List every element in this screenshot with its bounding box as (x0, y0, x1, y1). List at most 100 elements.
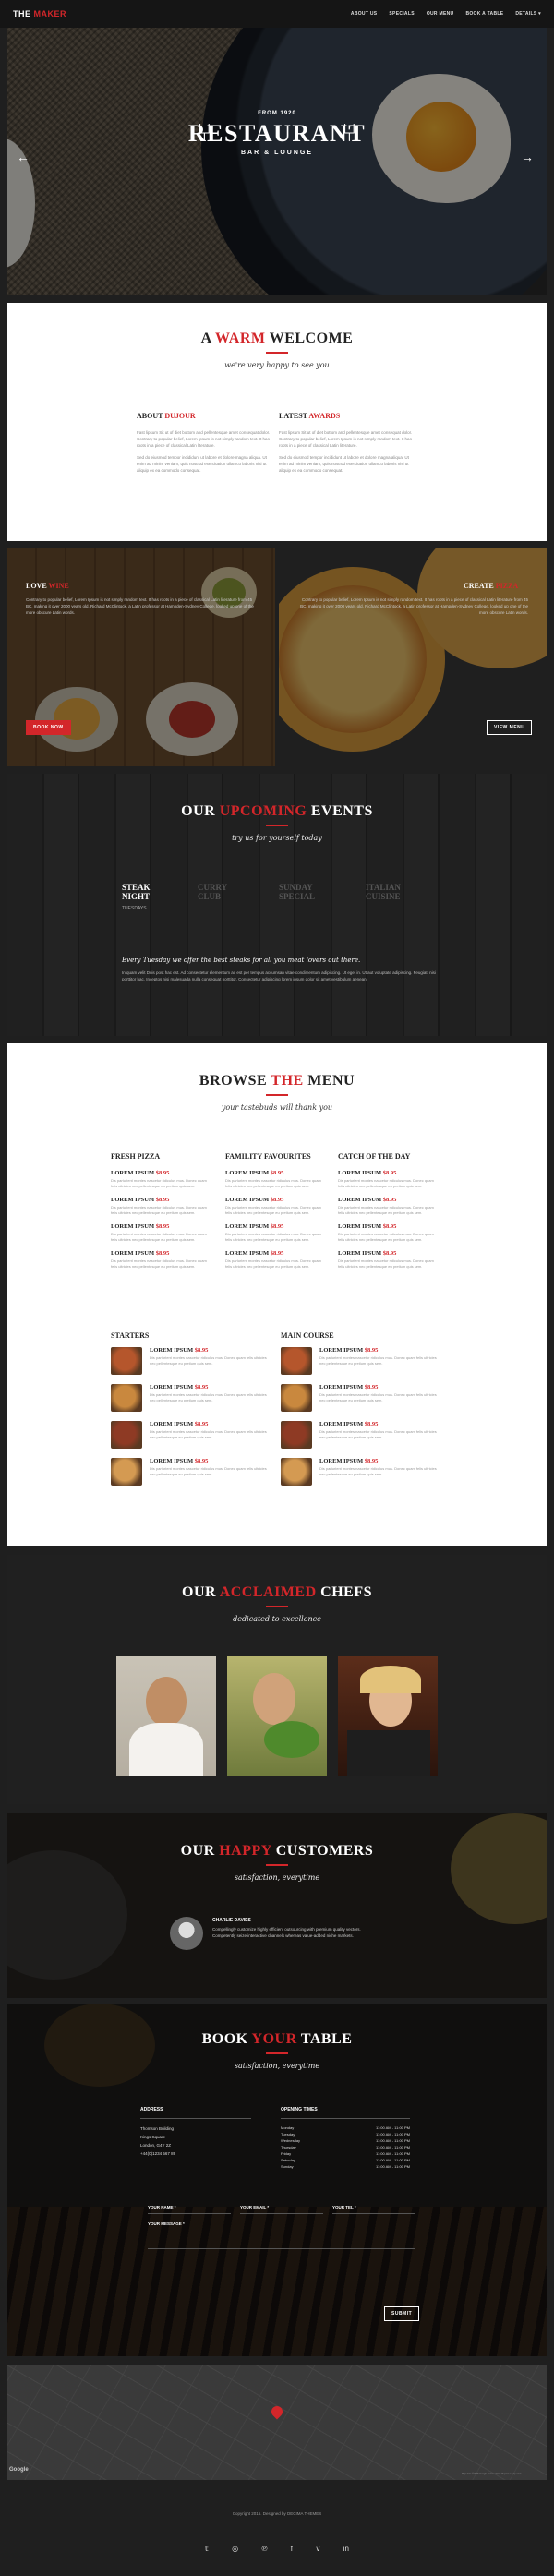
menu-item: LOREM IPSUM $8.95 Dis parturient montes n… (338, 1197, 441, 1216)
chef-photo-3[interactable] (338, 1656, 438, 1776)
food-thumbnail[interactable] (281, 1347, 312, 1375)
events-section: OUR UPCOMING EVENTS try us for yourself … (7, 774, 547, 1036)
event-tab-sunday[interactable]: SUNDAY SPECIAL (279, 883, 315, 901)
menu-item-price: $8.95 (382, 1170, 397, 1176)
hours-row: Saturday 11:00 AM - 11:00 PM (281, 2157, 410, 2163)
menu-item-name: LOREM IPSUM (111, 1250, 155, 1257)
menu-category-title: FRESH PIZZA (111, 1152, 161, 1161)
menu-item-name: LOREM IPSUM (338, 1197, 382, 1203)
food-thumbnail[interactable] (111, 1384, 142, 1412)
address-divider (140, 2118, 251, 2119)
submit-button[interactable]: SUBMIT (384, 2306, 420, 2321)
food-thumbnail[interactable] (111, 1458, 142, 1486)
next-arrow-icon[interactable]: → (521, 150, 534, 164)
hours-row: Sunday 11:00 AM - 11:00 PM (281, 2163, 410, 2170)
menu-photo-item: LOREM IPSUM $8.95 Dis parturient montes n… (281, 1384, 447, 1412)
food-thumbnail[interactable] (111, 1421, 142, 1449)
event-body: In quam velit Duis post hac est. Ad cons… (122, 970, 436, 981)
menu-photo-column: MAIN COURSE LOREM IPSUM $8.95 Dis parturie… (281, 1331, 447, 1486)
nav-item-details[interactable]: DETAILS ▾ (515, 11, 541, 17)
hours-row: Wednesday 11:00 AM - 11:00 PM (281, 2137, 410, 2144)
event-tab-curry[interactable]: CURRY CLUB (198, 883, 227, 901)
menu-item-desc: Dis parturient montes nascetur ridiculus… (338, 1205, 434, 1215)
menu-item-price: $8.95 (270, 1170, 284, 1176)
menu-item-desc: Dis parturient montes nascetur ridiculus… (225, 1178, 321, 1188)
name-field-label: YOUR NAME * (148, 2205, 176, 2209)
menu-item-desc: Dis parturient montes nascetur ridiculus… (111, 1258, 207, 1269)
welcome-tagline: we're very happy to see you (224, 361, 330, 369)
menu-column: CATCH OF THE DAY LOREM IPSUM $8.95 Dis par… (338, 1152, 441, 1270)
event-tab-italian[interactable]: ITALIAN CUISINE (366, 883, 401, 901)
about-heading: ABOUT DUJOUR (137, 412, 196, 420)
menu-item-desc: Dis parturient montes nascetur ridiculus… (111, 1232, 207, 1242)
hero-title: RESTAURANT (187, 120, 367, 147)
food-thumbnail[interactable] (281, 1458, 312, 1486)
promo-pizza-text: Contrary to popular belief, Lorem Ipsum … (300, 597, 528, 615)
address-block: ADDRESS Thomson Building Kings Square Lond… (140, 2107, 251, 2158)
menu-photo-item: LOREM IPSUM $8.95 Dis parturient montes n… (111, 1384, 277, 1412)
prev-arrow-icon[interactable]: ← (17, 150, 30, 164)
menu-item-price: $8.95 (194, 1421, 209, 1427)
map-attribution: Map data ©2016 Google Terms of Use Repor… (462, 2473, 522, 2475)
nav-item-about[interactable]: ABOUT US (351, 11, 378, 17)
map-section[interactable]: Google Map data ©2016 Google Terms of Us… (7, 2365, 547, 2480)
twitter-icon[interactable]: 𝕥 (205, 2545, 209, 2553)
dribbble-icon[interactable]: ◎ (232, 2545, 238, 2553)
menu-item: LOREM IPSUM $8.95 Dis parturient montes n… (225, 1170, 329, 1189)
menu-item-price: $8.95 (382, 1223, 397, 1230)
food-thumbnail[interactable] (281, 1384, 312, 1412)
site-logo[interactable]: THE MAKER (13, 9, 66, 18)
view-menu-button[interactable]: VIEW MENU (487, 720, 533, 735)
menu-item: LOREM IPSUM $8.95 Dis parturient montes n… (338, 1223, 441, 1243)
facebook-icon[interactable]: f (291, 2545, 293, 2553)
chef-photo-1[interactable] (116, 1656, 216, 1776)
menu-item-title: LOREM IPSUM $8.95 (150, 1421, 270, 1427)
food-thumbnail[interactable] (111, 1347, 142, 1375)
menu-item-title: LOREM IPSUM $8.95 (150, 1384, 270, 1390)
chef-photo-2[interactable] (227, 1656, 327, 1776)
nav-item-specials[interactable]: SPECIALS (389, 11, 414, 17)
pinterest-icon[interactable]: ℗ (261, 2545, 267, 2553)
customer-avatar (170, 1917, 203, 1950)
awards-heading: LATEST AWARDS (279, 412, 341, 420)
hours-row: Tuesday 11:00 AM - 11:00 PM (281, 2131, 410, 2137)
menu-item-name: LOREM IPSUM (319, 1421, 364, 1427)
linkedin-icon[interactable]: in (343, 2545, 349, 2553)
menu-item-title: LOREM IPSUM $8.95 (319, 1347, 440, 1354)
menu-category-title: STARTERS (111, 1331, 150, 1340)
tel-field[interactable]: YOUR TEL * (332, 2205, 416, 2214)
food-thumbnail[interactable] (281, 1421, 312, 1449)
menu-item-price: $8.95 (364, 1458, 379, 1464)
menu-item-name: LOREM IPSUM (150, 1347, 194, 1354)
vimeo-icon[interactable]: v (316, 2545, 319, 2553)
event-tab-steak[interactable]: STEAK NIGHT TUESDAYS (122, 883, 151, 911)
menu-item-name: LOREM IPSUM (111, 1223, 155, 1230)
name-field[interactable]: YOUR NAME * (148, 2205, 231, 2214)
hours-day: Monday (281, 2125, 295, 2130)
menu-item: LOREM IPSUM $8.95 Dis parturient montes n… (338, 1170, 441, 1189)
nav-item-menu[interactable]: OUR MENU (427, 11, 454, 17)
email-field[interactable]: YOUR EMAIL * (240, 2205, 323, 2214)
hours-day: Sunday (281, 2164, 294, 2169)
menu-item-price: $8.95 (194, 1384, 209, 1390)
address-line: Thomson Building (140, 2126, 175, 2131)
menu-item-desc: Dis parturient montes nascetur ridiculus… (111, 1178, 207, 1188)
booking-title: BOOK YOUR TABLE (201, 2031, 353, 2047)
message-field[interactable]: YOUR MESSAGE * (148, 2221, 416, 2249)
menu-item-name: LOREM IPSUM (111, 1197, 155, 1203)
menu-item-price: $8.95 (364, 1347, 379, 1354)
menu-item-desc: Dis parturient montes nascetur ridiculus… (225, 1205, 321, 1215)
about-text-2: Sed do eiusmod tempor incididunt ut labo… (137, 455, 267, 473)
menu-item-name: LOREM IPSUM (319, 1458, 364, 1464)
nav-item-book[interactable]: BOOK A TABLE (465, 11, 503, 17)
menu-item-price: $8.95 (270, 1250, 284, 1257)
book-now-button[interactable]: BOOK NOW (26, 720, 71, 735)
menu-item-title: LOREM IPSUM $8.95 (111, 1197, 214, 1203)
hours-time: 11:00 AM - 11:00 PM (376, 2151, 410, 2156)
footer: Copyright 2016. Designed by DECIMA THEME… (0, 2493, 554, 2576)
hours-time: 11:00 AM - 11:00 PM (376, 2125, 410, 2130)
menu-item-title: LOREM IPSUM $8.95 (225, 1223, 329, 1230)
menu-item-price: $8.95 (155, 1250, 170, 1257)
welcome-title: A WARM WELCOME (200, 331, 354, 346)
promo-wine-text: Contrary to popular belief, Lorem Ipsum … (26, 597, 254, 615)
